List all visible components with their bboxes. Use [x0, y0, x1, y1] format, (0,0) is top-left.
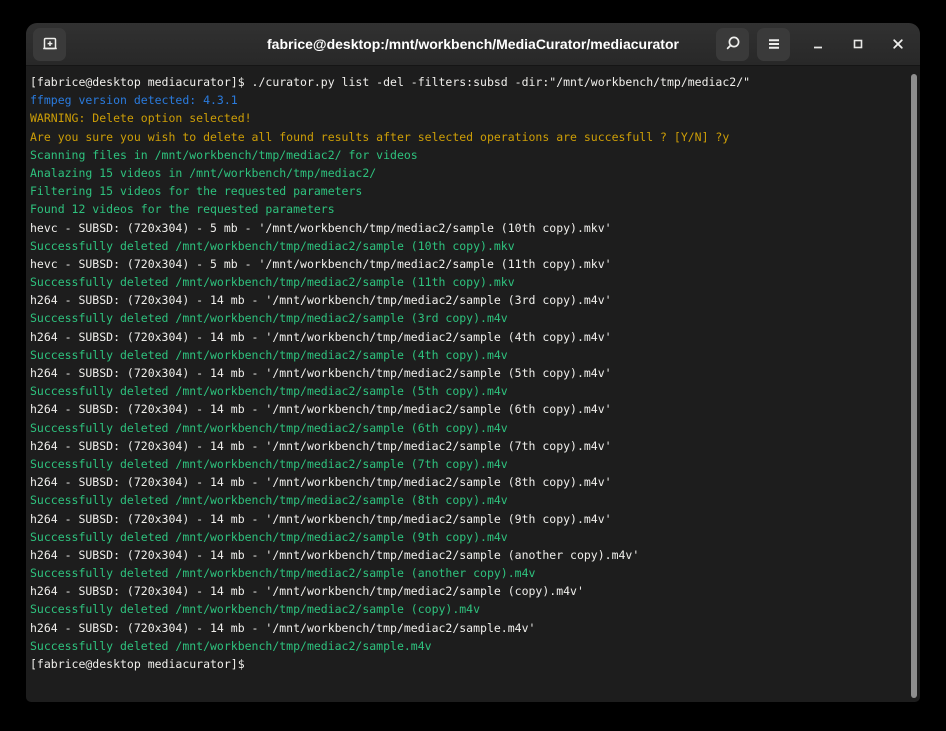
terminal-line: Filtering 15 videos for the requested pa…: [30, 182, 906, 200]
terminal-line: h264 - SUBSD: (720x304) - 14 mb - '/mnt/…: [30, 328, 906, 346]
terminal-line: Successfully deleted /mnt/workbench/tmp/…: [30, 419, 906, 437]
terminal-line: Successfully deleted /mnt/workbench/tmp/…: [30, 237, 906, 255]
terminal-line: Successfully deleted /mnt/workbench/tmp/…: [30, 528, 906, 546]
minimize-button[interactable]: [806, 32, 830, 56]
scrollbar-thumb[interactable]: [911, 74, 917, 698]
minimize-icon: [810, 36, 826, 52]
terminal-line: h264 - SUBSD: (720x304) - 14 mb - '/mnt/…: [30, 400, 906, 418]
terminal-line: Successfully deleted /mnt/workbench/tmp/…: [30, 637, 906, 655]
close-button[interactable]: [886, 32, 910, 56]
hamburger-menu-icon: [765, 35, 783, 53]
terminal-line: [fabrice@desktop mediacurator]$: [30, 655, 906, 673]
terminal-line: hevc - SUBSD: (720x304) - 5 mb - '/mnt/w…: [30, 219, 906, 237]
terminal-line: ffmpeg version detected: 4.3.1: [30, 91, 906, 109]
terminal-line: Successfully deleted /mnt/workbench/tmp/…: [30, 273, 906, 291]
terminal-line: h264 - SUBSD: (720x304) - 14 mb - '/mnt/…: [30, 473, 906, 491]
terminal-line: Successfully deleted /mnt/workbench/tmp/…: [30, 491, 906, 509]
terminal-line: h264 - SUBSD: (720x304) - 14 mb - '/mnt/…: [30, 619, 906, 637]
terminal-line: Are you sure you wish to delete all foun…: [30, 128, 906, 146]
terminal-line: h264 - SUBSD: (720x304) - 14 mb - '/mnt/…: [30, 510, 906, 528]
terminal-line: hevc - SUBSD: (720x304) - 5 mb - '/mnt/w…: [30, 255, 906, 273]
new-tab-icon: [41, 35, 59, 53]
menu-button[interactable]: [757, 28, 790, 61]
terminal-line: Successfully deleted /mnt/workbench/tmp/…: [30, 455, 906, 473]
terminal-line: Successfully deleted /mnt/workbench/tmp/…: [30, 346, 906, 364]
new-tab-button[interactable]: [33, 28, 66, 61]
terminal-line: h264 - SUBSD: (720x304) - 14 mb - '/mnt/…: [30, 437, 906, 455]
maximize-icon: [850, 36, 866, 52]
window-titlebar[interactable]: fabrice@desktop:/mnt/workbench/MediaCura…: [26, 23, 920, 66]
terminal-line: h264 - SUBSD: (720x304) - 14 mb - '/mnt/…: [30, 582, 906, 600]
terminal-line: h264 - SUBSD: (720x304) - 14 mb - '/mnt/…: [30, 546, 906, 564]
terminal-viewport[interactable]: [fabrice@desktop mediacurator]$ ./curato…: [26, 66, 920, 702]
search-icon: [724, 35, 742, 53]
terminal-line: WARNING: Delete option selected!: [30, 109, 906, 127]
terminal-line: Scanning files in /mnt/workbench/tmp/med…: [30, 146, 906, 164]
terminal-line: Successfully deleted /mnt/workbench/tmp/…: [30, 600, 906, 618]
terminal-line: Analazing 15 videos in /mnt/workbench/tm…: [30, 164, 906, 182]
search-button[interactable]: [716, 28, 749, 61]
terminal-line: h264 - SUBSD: (720x304) - 14 mb - '/mnt/…: [30, 291, 906, 309]
terminal-line: [fabrice@desktop mediacurator]$ ./curato…: [30, 73, 906, 91]
terminal-line: Successfully deleted /mnt/workbench/tmp/…: [30, 382, 906, 400]
terminal-line: Found 12 videos for the requested parame…: [30, 200, 906, 218]
maximize-button[interactable]: [846, 32, 870, 56]
terminal-output: [fabrice@desktop mediacurator]$ ./curato…: [30, 73, 906, 673]
terminal-line: h264 - SUBSD: (720x304) - 14 mb - '/mnt/…: [30, 364, 906, 382]
terminal-line: Successfully deleted /mnt/workbench/tmp/…: [30, 564, 906, 582]
terminal-line: Successfully deleted /mnt/workbench/tmp/…: [30, 309, 906, 327]
close-icon: [890, 36, 906, 52]
terminal-window: fabrice@desktop:/mnt/workbench/MediaCura…: [26, 23, 920, 702]
